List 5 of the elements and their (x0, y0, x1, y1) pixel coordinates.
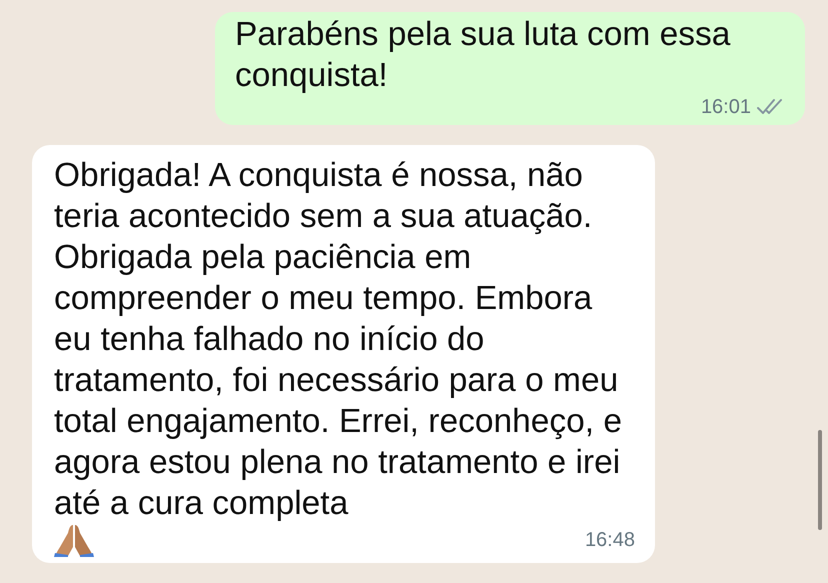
scrollbar[interactable] (818, 430, 822, 530)
message-text: Obrigada! A conquista é nossa, não teria acontecido sem a sua atuação. Obrigada pela paciência em compreender o meu tempo. Embora eu tenha falhado no início do tratamento, foi necessário para o meu total engajamento. Errei, reconheço, e agora estou plena no tratamento e irei até a cura completa (54, 157, 622, 522)
message-time: 16:01 (700, 95, 751, 119)
message-text: Parabéns pela sua luta com essa conquista! (235, 16, 730, 94)
message-time: 16:48 (584, 528, 635, 552)
